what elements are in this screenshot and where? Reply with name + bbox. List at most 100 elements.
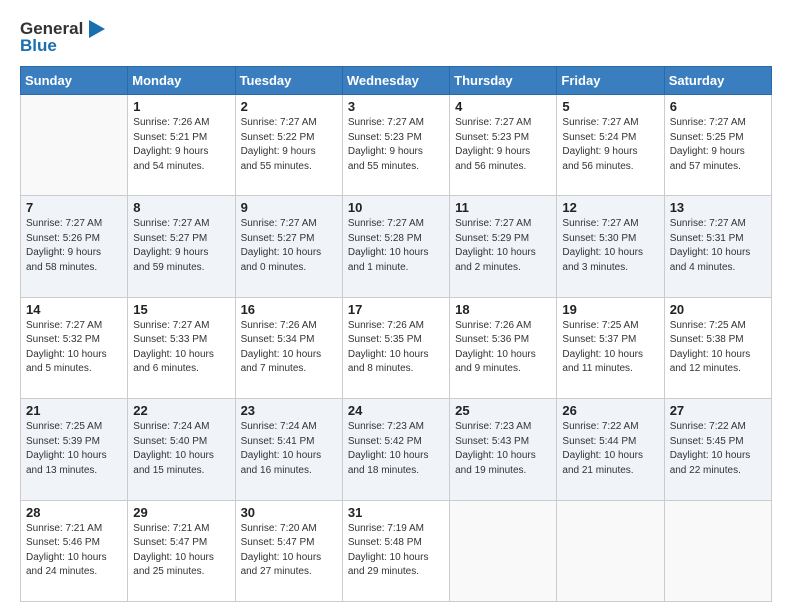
day-number: 21 bbox=[26, 403, 122, 418]
logo-triangle-icon bbox=[85, 18, 107, 40]
calendar-cell bbox=[664, 500, 771, 601]
calendar-cell: 7 Sunrise: 7:27 AMSunset: 5:26 PMDaylight… bbox=[21, 196, 128, 297]
calendar-week-row: 21 Sunrise: 7:25 AMSunset: 5:39 PMDayligh… bbox=[21, 399, 772, 500]
day-number: 19 bbox=[562, 302, 658, 317]
day-info: Sunrise: 7:25 AMSunset: 5:38 PMDaylight:… bbox=[670, 319, 766, 377]
weekday-header: Thursday bbox=[450, 67, 557, 95]
weekday-header: Saturday bbox=[664, 67, 771, 95]
calendar-cell bbox=[557, 500, 664, 601]
calendar-cell: 31 Sunrise: 7:19 AMSunset: 5:48 PMDayligh… bbox=[342, 500, 449, 601]
day-info: Sunrise: 7:27 AMSunset: 5:24 PMDaylight:… bbox=[562, 116, 658, 174]
weekday-header: Tuesday bbox=[235, 67, 342, 95]
calendar-cell: 16 Sunrise: 7:26 AMSunset: 5:34 PMDayligh… bbox=[235, 297, 342, 398]
calendar-cell: 25 Sunrise: 7:23 AMSunset: 5:43 PMDayligh… bbox=[450, 399, 557, 500]
day-number: 25 bbox=[455, 403, 551, 418]
day-info: Sunrise: 7:21 AMSunset: 5:46 PMDaylight:… bbox=[26, 522, 122, 580]
calendar-cell: 13 Sunrise: 7:27 AMSunset: 5:31 PMDayligh… bbox=[664, 196, 771, 297]
calendar-week-row: 14 Sunrise: 7:27 AMSunset: 5:32 PMDayligh… bbox=[21, 297, 772, 398]
day-info: Sunrise: 7:26 AMSunset: 5:21 PMDaylight:… bbox=[133, 116, 229, 174]
day-info: Sunrise: 7:22 AMSunset: 5:44 PMDaylight:… bbox=[562, 420, 658, 478]
day-info: Sunrise: 7:22 AMSunset: 5:45 PMDaylight:… bbox=[670, 420, 766, 478]
day-info: Sunrise: 7:26 AMSunset: 5:34 PMDaylight:… bbox=[241, 319, 337, 377]
logo-text: General Blue bbox=[20, 18, 107, 56]
day-number: 11 bbox=[455, 200, 551, 215]
calendar-cell: 29 Sunrise: 7:21 AMSunset: 5:47 PMDayligh… bbox=[128, 500, 235, 601]
day-info: Sunrise: 7:27 AMSunset: 5:22 PMDaylight:… bbox=[241, 116, 337, 174]
day-number: 3 bbox=[348, 99, 444, 114]
calendar-cell: 17 Sunrise: 7:26 AMSunset: 5:35 PMDayligh… bbox=[342, 297, 449, 398]
day-number: 9 bbox=[241, 200, 337, 215]
day-info: Sunrise: 7:23 AMSunset: 5:43 PMDaylight:… bbox=[455, 420, 551, 478]
day-number: 22 bbox=[133, 403, 229, 418]
day-number: 4 bbox=[455, 99, 551, 114]
day-info: Sunrise: 7:27 AMSunset: 5:27 PMDaylight:… bbox=[241, 217, 337, 275]
day-number: 12 bbox=[562, 200, 658, 215]
calendar-cell: 3 Sunrise: 7:27 AMSunset: 5:23 PMDaylight… bbox=[342, 95, 449, 196]
weekday-header: Wednesday bbox=[342, 67, 449, 95]
day-number: 30 bbox=[241, 505, 337, 520]
calendar-cell: 2 Sunrise: 7:27 AMSunset: 5:22 PMDaylight… bbox=[235, 95, 342, 196]
day-number: 13 bbox=[670, 200, 766, 215]
day-info: Sunrise: 7:27 AMSunset: 5:25 PMDaylight:… bbox=[670, 116, 766, 174]
calendar-cell: 22 Sunrise: 7:24 AMSunset: 5:40 PMDayligh… bbox=[128, 399, 235, 500]
day-info: Sunrise: 7:26 AMSunset: 5:36 PMDaylight:… bbox=[455, 319, 551, 377]
day-info: Sunrise: 7:27 AMSunset: 5:28 PMDaylight:… bbox=[348, 217, 444, 275]
calendar-cell: 15Sunrise: 7:27 AMSunset: 5:33 PMDayligh… bbox=[128, 297, 235, 398]
weekday-header-row: SundayMondayTuesdayWednesdayThursdayFrid… bbox=[21, 67, 772, 95]
day-info: Sunrise: 7:23 AMSunset: 5:42 PMDaylight:… bbox=[348, 420, 444, 478]
calendar-cell: 30 Sunrise: 7:20 AMSunset: 5:47 PMDayligh… bbox=[235, 500, 342, 601]
calendar-week-row: 28 Sunrise: 7:21 AMSunset: 5:46 PMDayligh… bbox=[21, 500, 772, 601]
day-number: 1 bbox=[133, 99, 229, 114]
day-number: 16 bbox=[241, 302, 337, 317]
calendar-cell: 18 Sunrise: 7:26 AMSunset: 5:36 PMDayligh… bbox=[450, 297, 557, 398]
day-info: Sunrise: 7:27 AMSunset: 5:23 PMDaylight:… bbox=[455, 116, 551, 174]
day-number: 17 bbox=[348, 302, 444, 317]
calendar-cell: 28 Sunrise: 7:21 AMSunset: 5:46 PMDayligh… bbox=[21, 500, 128, 601]
day-info: Sunrise: 7:21 AMSunset: 5:47 PMDaylight:… bbox=[133, 522, 229, 580]
calendar-cell: 12Sunrise: 7:27 AMSunset: 5:30 PMDayligh… bbox=[557, 196, 664, 297]
day-info: Sunrise: 7:19 AMSunset: 5:48 PMDaylight:… bbox=[348, 522, 444, 580]
day-info: Sunrise: 7:25 AMSunset: 5:37 PMDaylight:… bbox=[562, 319, 658, 377]
calendar-cell: 9 Sunrise: 7:27 AMSunset: 5:27 PMDaylight… bbox=[235, 196, 342, 297]
day-number: 7 bbox=[26, 200, 122, 215]
calendar-cell: 6 Sunrise: 7:27 AMSunset: 5:25 PMDaylight… bbox=[664, 95, 771, 196]
calendar-cell: 5 Sunrise: 7:27 AMSunset: 5:24 PMDaylight… bbox=[557, 95, 664, 196]
calendar-cell bbox=[21, 95, 128, 196]
day-info: Sunrise: 7:25 AMSunset: 5:39 PMDaylight:… bbox=[26, 420, 122, 478]
day-number: 18 bbox=[455, 302, 551, 317]
day-number: 23 bbox=[241, 403, 337, 418]
day-number: 2 bbox=[241, 99, 337, 114]
day-number: 14 bbox=[26, 302, 122, 317]
day-number: 31 bbox=[348, 505, 444, 520]
day-number: 20 bbox=[670, 302, 766, 317]
calendar-cell: 10 Sunrise: 7:27 AMSunset: 5:28 PMDayligh… bbox=[342, 196, 449, 297]
calendar-table: SundayMondayTuesdayWednesdayThursdayFrid… bbox=[20, 66, 772, 602]
day-number: 29 bbox=[133, 505, 229, 520]
calendar-cell: 24Sunrise: 7:23 AMSunset: 5:42 PMDayligh… bbox=[342, 399, 449, 500]
day-number: 10 bbox=[348, 200, 444, 215]
calendar-cell: 11Sunrise: 7:27 AMSunset: 5:29 PMDayligh… bbox=[450, 196, 557, 297]
day-info: Sunrise: 7:26 AMSunset: 5:35 PMDaylight:… bbox=[348, 319, 444, 377]
day-number: 28 bbox=[26, 505, 122, 520]
calendar-cell: 20 Sunrise: 7:25 AMSunset: 5:38 PMDayligh… bbox=[664, 297, 771, 398]
calendar-cell: 14 Sunrise: 7:27 AMSunset: 5:32 PMDayligh… bbox=[21, 297, 128, 398]
page: General Blue SundayMondayTuesdayWednesda… bbox=[0, 0, 792, 612]
day-info: Sunrise: 7:27 AMSunset: 5:32 PMDaylight:… bbox=[26, 319, 122, 377]
day-number: 8 bbox=[133, 200, 229, 215]
calendar-cell: 23Sunrise: 7:24 AMSunset: 5:41 PMDayligh… bbox=[235, 399, 342, 500]
day-number: 6 bbox=[670, 99, 766, 114]
day-info: Sunrise: 7:27 AMSunset: 5:26 PMDaylight:… bbox=[26, 217, 122, 275]
day-info: Sunrise: 7:27 AMSunset: 5:31 PMDaylight:… bbox=[670, 217, 766, 275]
header: General Blue bbox=[20, 18, 772, 56]
calendar-cell: 4 Sunrise: 7:27 AMSunset: 5:23 PMDaylight… bbox=[450, 95, 557, 196]
day-number: 5 bbox=[562, 99, 658, 114]
calendar-cell: 1 Sunrise: 7:26 AMSunset: 5:21 PMDaylight… bbox=[128, 95, 235, 196]
day-info: Sunrise: 7:20 AMSunset: 5:47 PMDaylight:… bbox=[241, 522, 337, 580]
weekday-header: Monday bbox=[128, 67, 235, 95]
logo-blue: Blue bbox=[20, 36, 57, 56]
logo: General Blue bbox=[20, 18, 107, 56]
day-info: Sunrise: 7:27 AMSunset: 5:23 PMDaylight:… bbox=[348, 116, 444, 174]
day-number: 15 bbox=[133, 302, 229, 317]
calendar-week-row: 7 Sunrise: 7:27 AMSunset: 5:26 PMDaylight… bbox=[21, 196, 772, 297]
day-info: Sunrise: 7:24 AMSunset: 5:40 PMDaylight:… bbox=[133, 420, 229, 478]
